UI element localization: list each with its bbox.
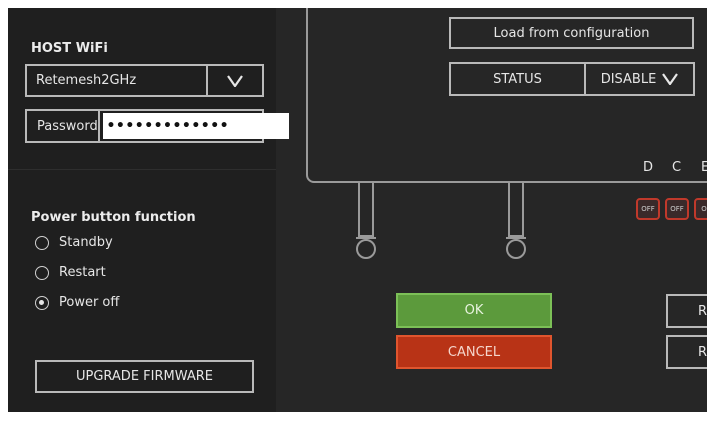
radio-restart[interactable]: Restart — [35, 265, 106, 280]
radio-label-restart: Restart — [59, 265, 106, 280]
radio-power-off[interactable]: Power off — [35, 295, 119, 310]
status-dropdown[interactable]: DISABLE — [586, 64, 693, 94]
divider — [8, 169, 276, 170]
off-toggle-e[interactable]: OF — [694, 198, 707, 220]
chevron-down-icon[interactable] — [206, 66, 262, 95]
upgrade-firmware-button[interactable]: UPGRADE FIRMWARE — [35, 360, 254, 393]
antenna-leg — [358, 183, 374, 237]
antenna-foot-icon — [506, 239, 526, 259]
app-window: HOST WiFi Retemesh2GHz Password Power bu… — [8, 8, 707, 412]
power-function-title: Power button function — [31, 210, 196, 225]
ssid-dropdown[interactable]: Retemesh2GHz — [25, 64, 264, 97]
password-field[interactable] — [102, 113, 289, 139]
password-label: Password — [27, 111, 100, 141]
settings-sidebar: HOST WiFi Retemesh2GHz Password Power bu… — [8, 8, 289, 412]
radio-checked-icon[interactable] — [35, 295, 49, 310]
column-label-d: D — [643, 160, 654, 175]
side-button-1[interactable]: R — [666, 294, 707, 328]
side-button-2[interactable]: R — [666, 335, 707, 369]
column-label-c: C — [672, 160, 682, 175]
host-wifi-title: HOST WiFi — [31, 41, 108, 56]
status-value: DISABLE — [600, 71, 657, 87]
password-row: Password — [25, 109, 289, 143]
radio-standby[interactable]: Standby — [35, 235, 113, 250]
status-label: STATUS — [451, 64, 586, 94]
ssid-value: Retemesh2GHz — [36, 73, 137, 88]
ok-button[interactable]: OK — [396, 293, 552, 328]
antenna-foot-icon — [356, 239, 376, 259]
antenna-leg — [508, 183, 524, 237]
radio-label-power-off: Power off — [59, 295, 120, 310]
radio-icon[interactable] — [35, 265, 49, 280]
radio-label-standby: Standby — [59, 235, 113, 250]
off-toggle-d[interactable]: OFF — [636, 198, 660, 220]
cancel-button[interactable]: CANCEL — [396, 335, 552, 369]
column-label-e: E — [701, 160, 707, 175]
off-toggle-c[interactable]: OFF — [665, 198, 689, 220]
status-row[interactable]: STATUS DISABLE — [449, 62, 695, 96]
radio-icon[interactable] — [35, 235, 49, 250]
load-configuration-button[interactable]: Load from configuration — [449, 17, 694, 49]
chevron-down-icon[interactable] — [662, 73, 679, 85]
